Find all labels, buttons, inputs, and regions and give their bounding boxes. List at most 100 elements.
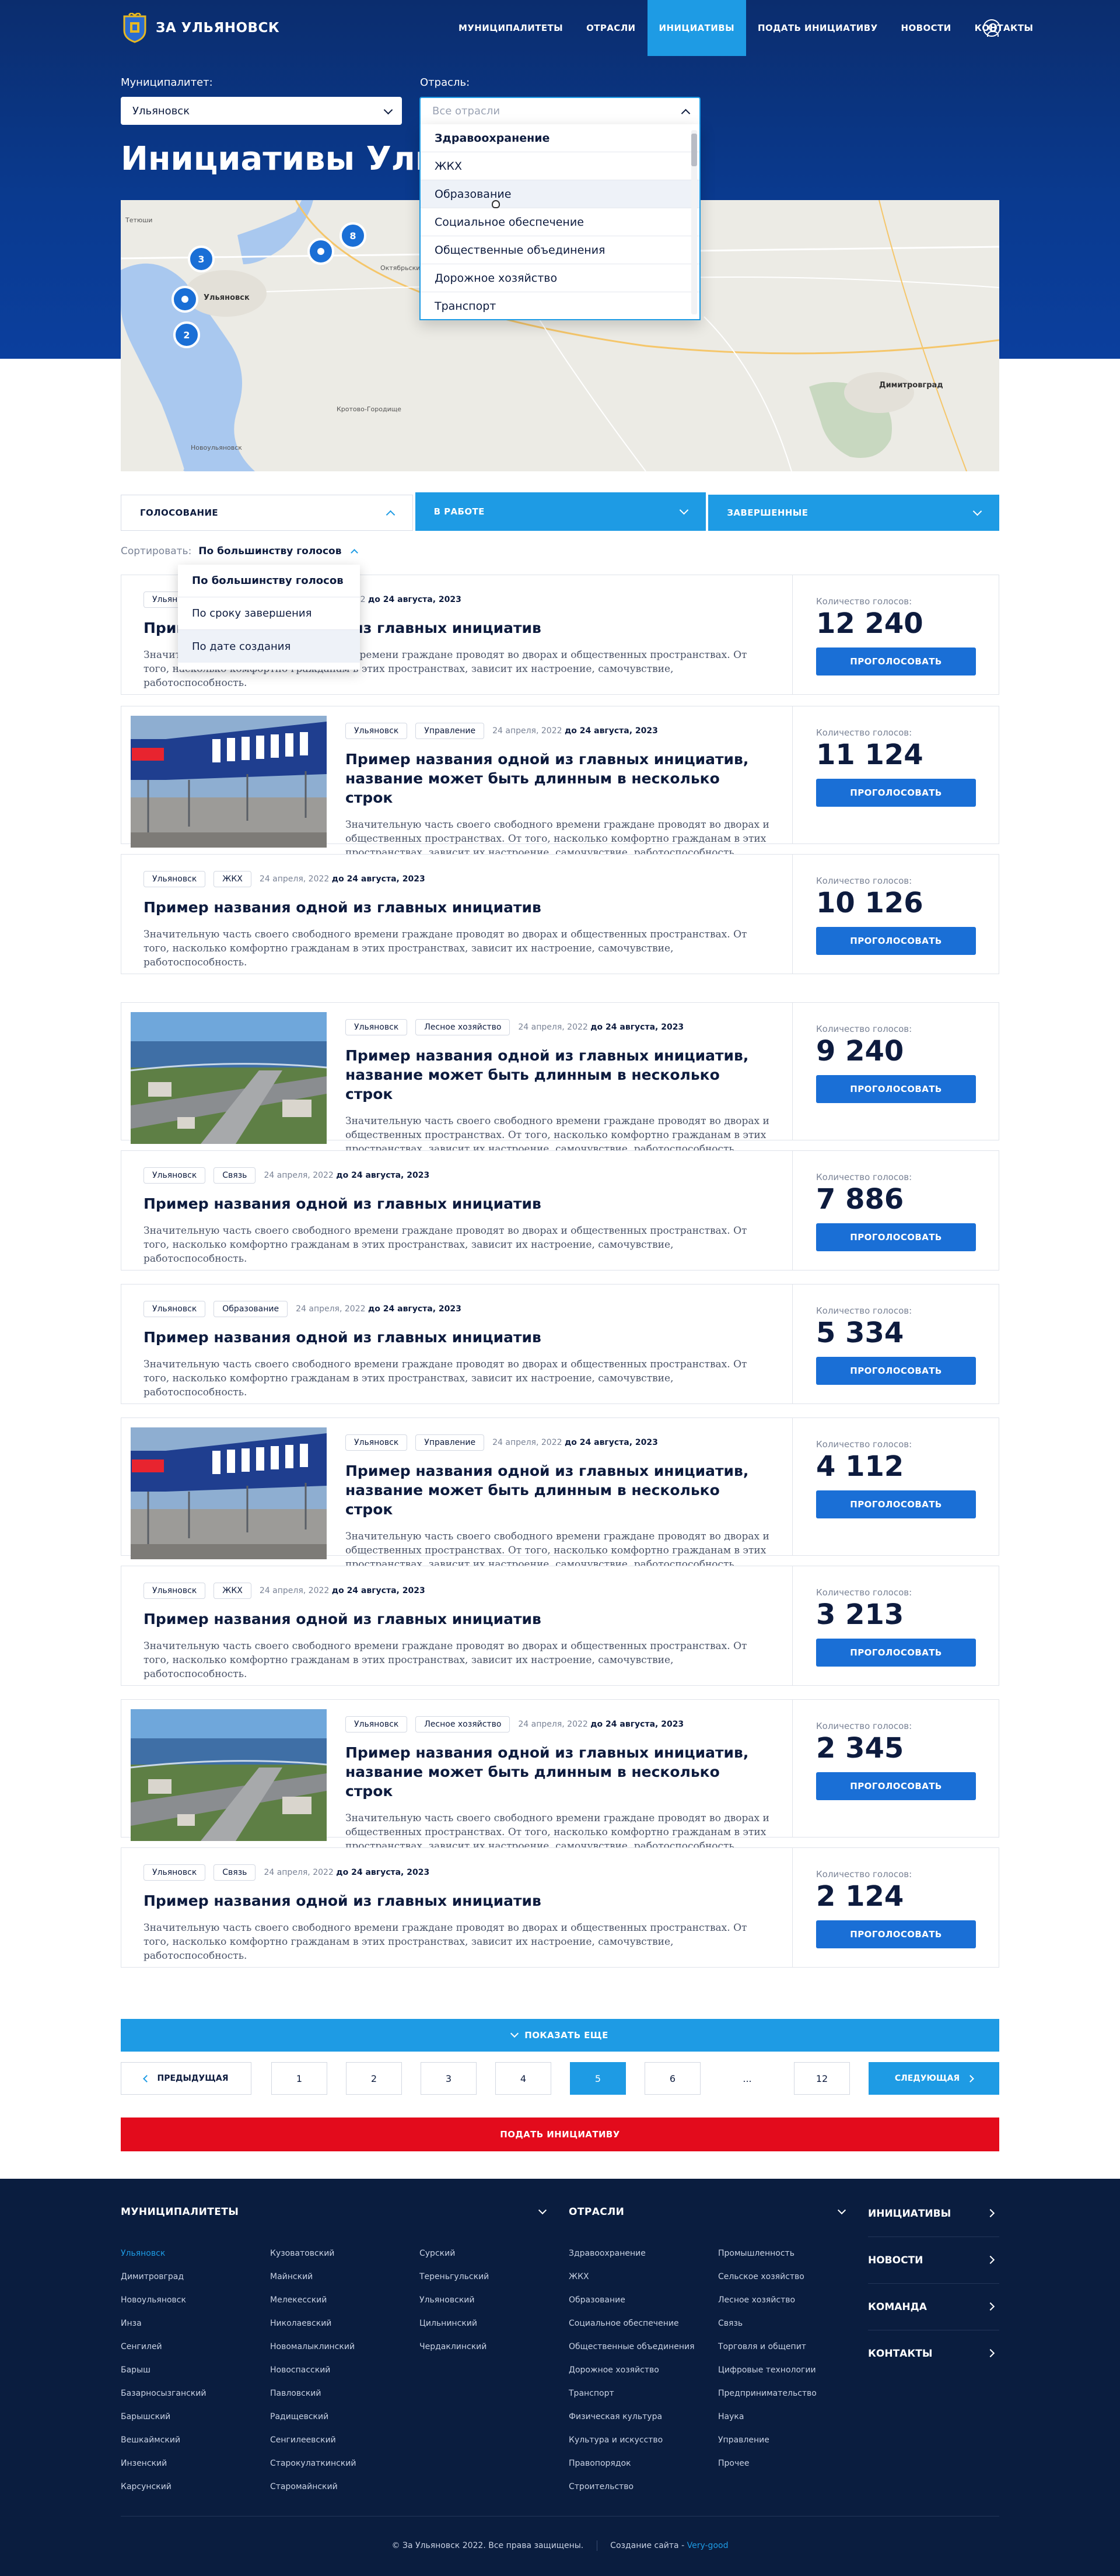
- card-title[interactable]: Пример названия одной из главных инициат…: [345, 1743, 770, 1801]
- logo[interactable]: ЗА УЛЬЯНОВСК: [121, 13, 279, 43]
- footer-link[interactable]: Радищевский: [270, 2412, 328, 2421]
- footer-link[interactable]: Карсунский: [121, 2482, 172, 2491]
- city-chip[interactable]: Ульяновск: [144, 1167, 206, 1184]
- footer-link-news[interactable]: НОВОСТИ: [868, 2237, 999, 2284]
- initiative-card[interactable]: Ульяновск Управление 24 апреля, 2022 до …: [121, 1418, 999, 1570]
- next-page-button[interactable]: СЛЕДУЮЩАЯ: [869, 2062, 999, 2095]
- category-chip[interactable]: Управление: [415, 1434, 485, 1451]
- category-chip[interactable]: Лесное хозяйство: [415, 1019, 510, 1035]
- city-chip[interactable]: Ульяновск: [345, 1716, 408, 1732]
- initiative-card[interactable]: Ульяновск Связь 24 апреля, 2022 до 24 ав…: [121, 1150, 999, 1270]
- chevron-down-icon[interactable]: [837, 2206, 846, 2215]
- footer-link[interactable]: Прочее: [718, 2459, 749, 2468]
- footer-link[interactable]: Чердаклинский: [419, 2342, 487, 2351]
- initiative-card[interactable]: Ульяновск Лесное хозяйство 24 апреля, 20…: [121, 1699, 999, 1852]
- nav-submit-initiative[interactable]: ПОДАТЬ ИНИЦИАТИВУ: [746, 0, 889, 56]
- nav-municipalities[interactable]: МУНИЦИПАЛИТЕТЫ: [447, 0, 575, 56]
- map-marker-cluster[interactable]: 3: [188, 246, 215, 272]
- category-chip[interactable]: Связь: [214, 1864, 256, 1881]
- footer-municipalities-title[interactable]: МУНИЦИПАЛИТЕТЫ: [121, 2206, 239, 2218]
- category-chip[interactable]: Управление: [415, 723, 485, 739]
- vote-button[interactable]: ПРОГОЛОСОВАТЬ: [816, 1357, 976, 1385]
- industry-option[interactable]: Транспорт: [421, 292, 699, 319]
- sort-option[interactable]: По большинству голосов: [178, 565, 360, 597]
- map-marker[interactable]: [172, 286, 198, 313]
- footer-link[interactable]: Правопорядок: [569, 2459, 631, 2468]
- chevron-down-icon[interactable]: [538, 2206, 547, 2215]
- footer-link[interactable]: Николаевский: [270, 2319, 331, 2328]
- map-marker-cluster[interactable]: 2: [173, 321, 200, 348]
- tab-in-progress[interactable]: В РАБОТЕ: [415, 492, 706, 531]
- creator-link[interactable]: Very-good: [687, 2541, 729, 2550]
- initiative-card[interactable]: Ульяновск ЖКХ 24 апреля, 2022 до 24 авгу…: [121, 854, 999, 974]
- footer-link[interactable]: Старокулаткинский: [270, 2459, 356, 2468]
- submit-initiative-button[interactable]: ПОДАТЬ ИНИЦИАТИВУ: [121, 2118, 999, 2151]
- nav-contacts[interactable]: КОНТАКТЫ: [963, 0, 1045, 56]
- city-chip[interactable]: Ульяновск: [345, 1019, 408, 1035]
- industry-option[interactable]: Общественные объединения: [421, 236, 699, 264]
- vote-button[interactable]: ПРОГОЛОСОВАТЬ: [816, 927, 976, 955]
- card-title[interactable]: Пример названия одной из главных инициат…: [345, 1046, 770, 1104]
- sort-select[interactable]: По большинству голосов: [198, 545, 341, 557]
- footer-link[interactable]: Сурский: [419, 2249, 455, 2258]
- page-button[interactable]: 1: [271, 2062, 327, 2095]
- footer-link[interactable]: Цильнинский: [419, 2319, 477, 2328]
- vote-button[interactable]: ПРОГОЛОСОВАТЬ: [816, 1639, 976, 1667]
- initiative-card[interactable]: Ульяновск ЖКХ 24 апреля, 2022 до 24 авгу…: [121, 1566, 999, 1686]
- dropdown-scroll-thumb[interactable]: [691, 134, 697, 166]
- footer-link[interactable]: Общественные объединения: [569, 2342, 695, 2351]
- map-marker-cluster[interactable]: 8: [340, 222, 366, 249]
- industry-option[interactable]: Здравоохранение: [421, 124, 699, 152]
- page-button[interactable]: 6: [645, 2062, 701, 2095]
- footer-link[interactable]: ЖКХ: [569, 2272, 589, 2281]
- footer-link[interactable]: Здравоохранение: [569, 2249, 646, 2258]
- card-title[interactable]: Пример названия одной из главных инициат…: [144, 1328, 770, 1347]
- city-chip[interactable]: Ульяновск: [345, 723, 408, 739]
- vote-button[interactable]: ПРОГОЛОСОВАТЬ: [816, 1772, 976, 1800]
- footer-link-team[interactable]: КОМАНДА: [868, 2284, 999, 2330]
- vote-button[interactable]: ПРОГОЛОСОВАТЬ: [816, 1920, 976, 1948]
- footer-link[interactable]: Барышский: [121, 2412, 170, 2421]
- footer-link[interactable]: Вешкаймский: [121, 2435, 180, 2445]
- footer-link[interactable]: Инзенский: [121, 2459, 167, 2468]
- footer-link[interactable]: Культура и искусство: [569, 2435, 663, 2445]
- city-chip[interactable]: Ульяновск: [144, 1864, 206, 1881]
- footer-link[interactable]: Предпринимательство: [718, 2389, 817, 2398]
- footer-link[interactable]: Торговля и общепит: [718, 2342, 806, 2351]
- footer-link[interactable]: Строительство: [569, 2482, 634, 2491]
- footer-link[interactable]: Новоульяновск: [121, 2295, 186, 2305]
- card-title[interactable]: Пример названия одной из главных инициат…: [144, 898, 770, 917]
- footer-link[interactable]: Образование: [569, 2295, 625, 2305]
- category-chip[interactable]: ЖКХ: [214, 1583, 251, 1599]
- nav-news[interactable]: НОВОСТИ: [890, 0, 963, 56]
- vote-button[interactable]: ПРОГОЛОСОВАТЬ: [816, 1490, 976, 1518]
- industry-option[interactable]: ЖКХ: [421, 152, 699, 180]
- footer-link[interactable]: Дорожное хозяйство: [569, 2365, 659, 2375]
- page-button[interactable]: 12: [794, 2062, 850, 2095]
- footer-link[interactable]: Цифровые технологии: [718, 2365, 816, 2375]
- footer-industries-title[interactable]: ОТРАСЛИ: [569, 2206, 624, 2218]
- initiative-card[interactable]: Ульяновск Лесное хозяйство 24 апреля, 20…: [121, 1002, 999, 1155]
- sort-option[interactable]: По дате создания: [178, 630, 360, 663]
- footer-link[interactable]: Тереньгульский: [419, 2272, 489, 2281]
- initiative-card[interactable]: Ульяновск Управление 24 апреля, 2022 до …: [121, 706, 999, 859]
- vote-button[interactable]: ПРОГОЛОСОВАТЬ: [816, 648, 976, 676]
- vote-button[interactable]: ПРОГОЛОСОВАТЬ: [816, 1075, 976, 1103]
- prev-page-button[interactable]: ПРЕДЫДУЩАЯ: [121, 2062, 251, 2095]
- footer-link[interactable]: Новомалыклинский: [270, 2342, 355, 2351]
- city-chip[interactable]: Ульяновск: [144, 1583, 206, 1599]
- footer-link[interactable]: Ульяновск: [121, 2249, 165, 2258]
- footer-link[interactable]: Лесное хозяйство: [718, 2295, 795, 2305]
- footer-link[interactable]: Сельское хозяйство: [718, 2272, 804, 2281]
- initiative-card[interactable]: Ульяновск Образование 24 апреля, 2022 до…: [121, 1284, 999, 1404]
- footer-link[interactable]: Физическая культура: [569, 2412, 662, 2421]
- footer-link[interactable]: Базарносызганский: [121, 2389, 206, 2398]
- vote-button[interactable]: ПРОГОЛОСОВАТЬ: [816, 779, 976, 807]
- industry-option[interactable]: Образование: [421, 180, 699, 208]
- card-title[interactable]: Пример названия одной из главных инициат…: [345, 1461, 770, 1519]
- chevron-up-icon[interactable]: [351, 548, 359, 556]
- footer-link[interactable]: Старомайнский: [270, 2482, 338, 2491]
- footer-link[interactable]: Сенгилеевский: [270, 2435, 336, 2445]
- page-button[interactable]: 3: [421, 2062, 477, 2095]
- nav-initiatives[interactable]: ИНИЦИАТИВЫ: [647, 0, 747, 56]
